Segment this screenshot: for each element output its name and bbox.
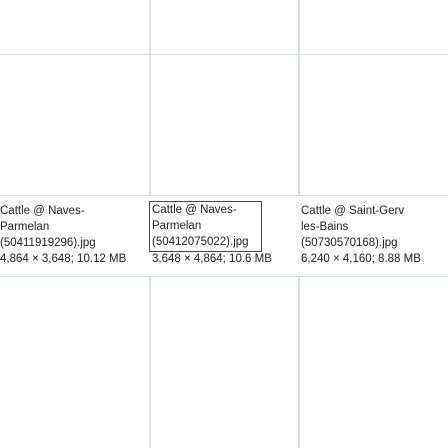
thumbnail-placeholder[interactable] (299, 276, 448, 448)
file-gallery-grid: Cattle @ Naves- Parmelan (50411919296).j… (0, 0, 448, 448)
thumbnail-placeholder[interactable] (150, 0, 299, 62)
file-name-line[interactable]: Cattle @ Naves- (0, 203, 148, 219)
thumbnail-placeholder[interactable] (150, 276, 299, 448)
file-name-line[interactable]: les-Bains (301, 219, 448, 235)
thumbnail-placeholder[interactable] (0, 0, 150, 62)
thumbnail-placeholder[interactable] (150, 54, 299, 196)
file-caption[interactable]: Cattle @ Naves- Parmelan (50411919296).j… (0, 203, 148, 267)
file-meta-container: 3,648 × 4,864; 10.6 MB (152, 251, 298, 267)
file-name-line[interactable]: (50411919296).jpg (0, 235, 148, 251)
file-meta: 6,240 × 4,160; 8.88 MB (301, 253, 421, 265)
file-name-line[interactable]: Cattle @ Saint-Gerv (301, 203, 448, 219)
thumbnail-placeholder[interactable] (299, 54, 448, 196)
thumbnail-placeholder[interactable] (0, 54, 150, 196)
file-name-line[interactable]: Parmelan (150, 218, 261, 234)
thumbnail-placeholder[interactable] (299, 0, 448, 62)
file-name-line[interactable]: (50730570168).jpg (301, 235, 448, 251)
file-caption-selected[interactable]: Cattle @ Naves- Parmelan (50412075022).j… (149, 201, 262, 252)
file-name-line[interactable]: Cattle @ Naves- (150, 202, 261, 218)
file-name-line[interactable]: Parmelan (0, 219, 148, 235)
file-caption[interactable]: Cattle @ Saint-Gerv les-Bains (507305701… (301, 203, 448, 267)
thumbnail-placeholder[interactable] (0, 276, 150, 448)
file-meta: 3,648 × 4,864; 10.6 MB (152, 253, 272, 265)
file-meta: 4,864 × 3,648; 10.12 MB (0, 253, 127, 265)
file-name-line[interactable]: (50412075022).jpg (150, 234, 261, 250)
